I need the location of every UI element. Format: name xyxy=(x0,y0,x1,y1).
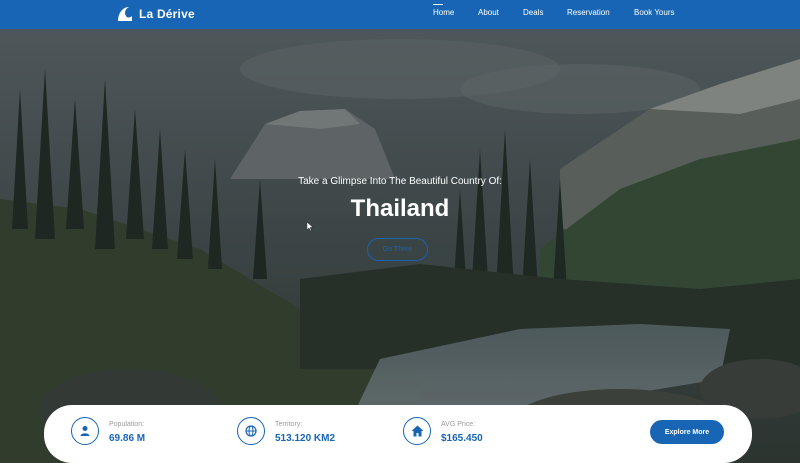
globe-icon xyxy=(237,417,265,445)
explore-more-button[interactable]: Explore More xyxy=(650,420,724,444)
top-header: La Dérive Home About Deals Reservation B… xyxy=(0,0,800,29)
nav-book-yours[interactable]: Book Yours xyxy=(634,8,674,17)
territory-label: Territory: xyxy=(275,421,303,428)
population-label: Population: xyxy=(109,421,145,428)
nav-about[interactable]: About xyxy=(478,8,499,17)
mouse-cursor-icon xyxy=(307,222,313,231)
hero-section: Take a Glimpse Into The Beautiful Countr… xyxy=(0,29,800,463)
population-value: 69.86 M xyxy=(109,433,146,444)
avg-price-value: $165.450 xyxy=(441,433,483,444)
home-icon xyxy=(403,417,431,445)
nav-home[interactable]: Home xyxy=(433,4,454,17)
user-icon xyxy=(71,417,99,445)
territory-value: 513.120 KM2 xyxy=(275,433,336,444)
brand-name: La Dérive xyxy=(139,7,195,21)
country-stats-bar: Population: 69.86 M Territory: 513.120 K… xyxy=(44,405,752,463)
nav-deals[interactable]: Deals xyxy=(523,8,543,17)
hero-subtitle: Take a Glimpse Into The Beautiful Countr… xyxy=(298,176,502,187)
nav-reservation[interactable]: Reservation xyxy=(567,8,610,17)
go-there-button[interactable]: Go There xyxy=(367,238,428,261)
wave-logo-icon xyxy=(118,7,132,21)
avg-price-label: AVG Price: xyxy=(441,421,476,428)
hero-title: Thailand xyxy=(350,195,450,222)
brand-logo[interactable]: La Dérive xyxy=(115,4,195,24)
